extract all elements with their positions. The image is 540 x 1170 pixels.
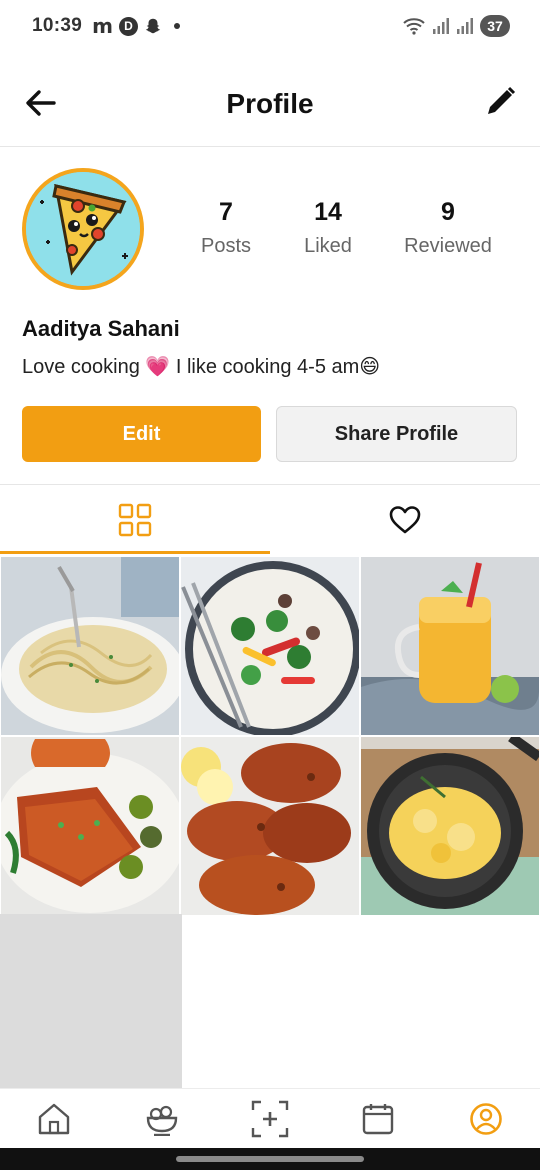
signal-icon xyxy=(433,18,449,34)
roasted-chicken-image xyxy=(181,737,359,915)
stat-liked-label: Liked xyxy=(304,235,352,257)
post-tile-stir-fry[interactable] xyxy=(181,557,359,735)
post-tile-glazed-salmon[interactable] xyxy=(1,737,179,915)
nav-profile[interactable] xyxy=(466,1099,506,1139)
profile-bio: Love cooking 💗 I like cooking 4-5 am😄 xyxy=(22,356,381,378)
edit-profile-button[interactable]: Edit xyxy=(22,406,261,462)
stat-reviewed[interactable]: 9 Reviewed xyxy=(398,198,498,258)
page-title: Profile xyxy=(226,88,314,119)
pizza-avatar-icon xyxy=(26,172,140,286)
post-tile-mango-smoothie[interactable] xyxy=(361,557,539,735)
snapchat-icon xyxy=(145,18,161,34)
add-post-icon xyxy=(251,1100,289,1138)
header-divider xyxy=(0,146,540,147)
nav-food[interactable] xyxy=(142,1099,182,1139)
profile-icon xyxy=(470,1103,502,1135)
tab-liked[interactable] xyxy=(270,486,540,554)
calendar-icon xyxy=(362,1104,394,1135)
stat-posts-label: Posts xyxy=(200,235,252,257)
profile-name: Aaditya Sahani xyxy=(22,316,180,341)
d-app-icon: D xyxy=(118,16,138,36)
avatar[interactable] xyxy=(22,168,144,290)
stir-fry-image xyxy=(181,557,359,735)
nav-add-post[interactable] xyxy=(250,1099,290,1139)
status-system-icons: 37 xyxy=(402,15,510,37)
nav-calendar[interactable] xyxy=(358,1099,398,1139)
home-gesture-pill[interactable] xyxy=(176,1156,364,1162)
back-arrow-icon[interactable] xyxy=(24,86,58,120)
signal-icon-2 xyxy=(457,18,473,34)
nav-home[interactable] xyxy=(34,1099,74,1139)
battery-indicator: 37 xyxy=(480,15,510,37)
stat-liked[interactable]: 14 Liked xyxy=(298,198,358,258)
food-bowl-icon xyxy=(146,1105,178,1136)
active-tab-indicator xyxy=(0,551,270,554)
app-header: Profile xyxy=(0,68,540,140)
pencil-icon[interactable] xyxy=(482,84,518,120)
scrambled-eggs-image xyxy=(361,737,539,915)
stat-liked-value: 14 xyxy=(314,198,342,226)
status-notification-icons: m D xyxy=(92,14,180,38)
status-bar: 10:39 m D 37 xyxy=(0,0,540,52)
glazed-salmon-image xyxy=(1,737,179,915)
stat-reviewed-label: Reviewed xyxy=(404,235,492,257)
dot-icon xyxy=(173,23,180,29)
system-gesture-bar xyxy=(0,1148,540,1170)
post-tile-spaghetti[interactable] xyxy=(1,557,179,735)
stat-posts[interactable]: 7 Posts xyxy=(198,198,254,258)
post-tile-roasted-chicken[interactable] xyxy=(181,737,359,915)
mango-smoothie-image xyxy=(361,557,539,735)
stat-reviewed-value: 9 xyxy=(441,198,455,226)
grid-icon xyxy=(118,503,152,537)
share-profile-button[interactable]: Share Profile xyxy=(276,406,517,462)
profile-stats: 7 Posts 14 Liked 9 Reviewed xyxy=(170,198,540,268)
spaghetti-image xyxy=(1,557,179,735)
stat-posts-value: 7 xyxy=(219,198,233,226)
m-app-icon: m xyxy=(92,14,113,38)
wifi-icon xyxy=(403,18,425,35)
post-tile-scrambled-eggs[interactable] xyxy=(361,737,539,915)
tab-posts-grid[interactable] xyxy=(0,486,270,554)
heart-icon xyxy=(389,506,421,534)
status-time: 10:39 xyxy=(32,15,83,36)
tabs-divider xyxy=(0,484,540,485)
home-icon xyxy=(38,1103,70,1135)
empty-grid-space xyxy=(0,914,182,1088)
bottom-navigation xyxy=(0,1088,540,1148)
